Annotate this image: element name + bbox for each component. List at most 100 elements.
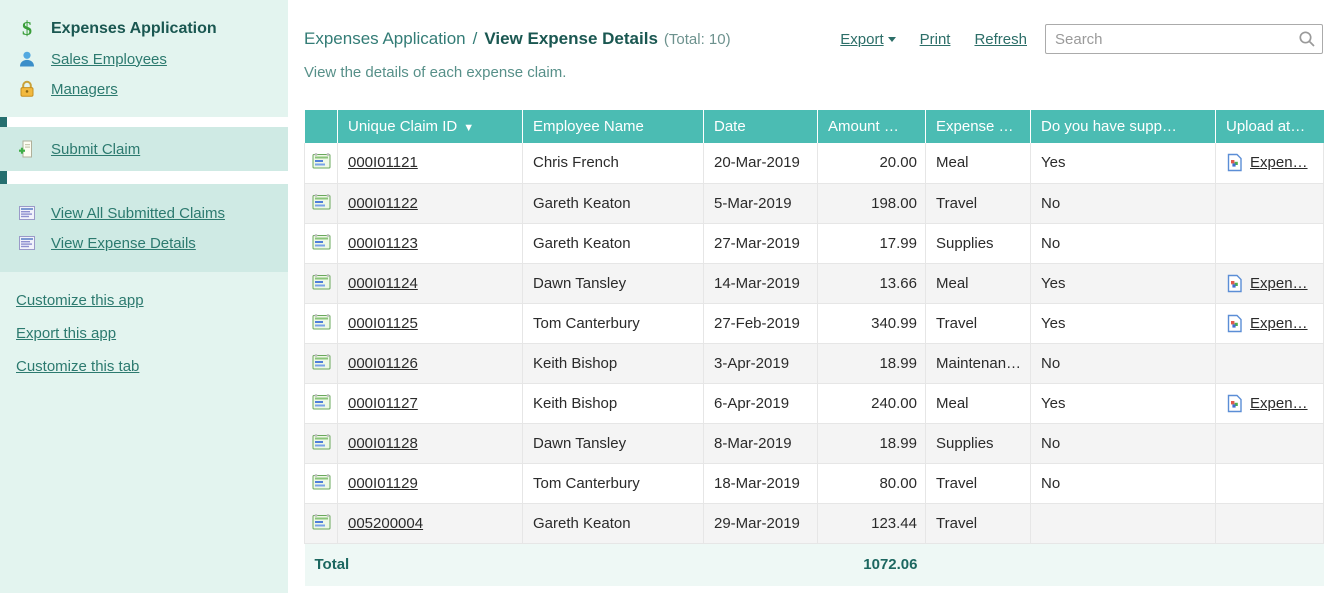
record-icon-cell[interactable] [305,383,338,423]
date-cell: 29-Mar-2019 [704,503,818,543]
claim-id-cell: 005200004 [338,503,523,543]
date-cell: 8-Mar-2019 [704,423,818,463]
sidebar-item-managers[interactable]: Managers [0,74,288,104]
attachment-link[interactable]: Expen… [1250,275,1308,292]
amount-cell: 20.00 [818,143,926,183]
amount-cell: 17.99 [818,223,926,263]
claim-id-link[interactable]: 000I01128 [348,435,418,452]
claim-id-link[interactable]: 000I01125 [348,315,418,332]
sidebar-item-view-all-submitted-claims[interactable]: View All Submitted Claims [0,198,288,228]
page-subtitle: View the details of each expense claim. [304,64,566,81]
record-form-icon [311,392,332,411]
column-header[interactable] [305,110,338,143]
column-header-label: Upload at… [1226,118,1305,135]
sidebar-item-submit-claim[interactable]: Submit Claim [0,134,140,164]
claim-id-link[interactable]: 000I01123 [348,235,418,252]
print-button[interactable]: Print [920,31,951,48]
claim-id-cell: 000I01129 [338,463,523,503]
amount-cell: 13.66 [818,263,926,303]
expense-type-cell: Maintenan… [926,343,1031,383]
attachment-file-icon [1226,314,1243,333]
attachment-file-icon [1226,153,1243,172]
record-icon-cell[interactable] [305,183,338,223]
employee-name-cell: Keith Bishop [523,383,704,423]
date-cell: 20-Mar-2019 [704,143,818,183]
refresh-button[interactable]: Refresh [974,31,1027,48]
search-icon[interactable] [1298,30,1316,48]
record-icon-cell[interactable] [305,223,338,263]
claim-id-link[interactable]: 000I01126 [348,355,418,372]
column-header[interactable]: Do you have supp… [1031,110,1216,143]
record-form-icon [311,312,332,331]
expense-type-cell: Meal [926,263,1031,303]
sidebar-item-view-expense-details[interactable]: View Expense Details [0,228,288,258]
employee-name-cell: Dawn Tansley [523,423,704,463]
app-title: Expenses Application [51,20,217,38]
record-icon-cell[interactable] [305,423,338,463]
has-receipt-cell: Yes [1031,303,1216,343]
amount-cell: 18.99 [818,423,926,463]
claim-id-cell: 000I01128 [338,423,523,463]
column-header[interactable]: Upload at… [1216,110,1324,143]
sidebar-app-section: $ Expenses Application Sales Employees M… [0,0,288,117]
new-form-icon [17,139,37,159]
amount-cell: 80.00 [818,463,926,503]
date-cell: 27-Feb-2019 [704,303,818,343]
date-cell: 18-Mar-2019 [704,463,818,503]
lock-icon [17,79,37,99]
export-app-link[interactable]: Export this app [16,325,288,344]
claim-id-link[interactable]: 000I01124 [348,275,418,292]
date-cell: 6-Apr-2019 [704,383,818,423]
claim-id-link[interactable]: 000I01127 [348,395,418,412]
breadcrumb: Expenses Application/View Expense Detail… [304,29,731,49]
column-header[interactable]: Employee Name [523,110,704,143]
column-header[interactable]: Unique Claim ID▼ [338,110,523,143]
record-icon-cell[interactable] [305,503,338,543]
has-receipt-cell: No [1031,463,1216,503]
record-form-icon [311,352,332,371]
attachment-link[interactable]: Expen… [1250,315,1308,332]
record-form-icon [311,151,332,170]
record-icon-cell[interactable] [305,263,338,303]
amount-cell: 18.99 [818,343,926,383]
customize-tab-link[interactable]: Customize this tab [16,358,288,377]
attachment-cell [1216,463,1324,503]
claim-id-link[interactable]: 000I01122 [348,195,418,212]
has-receipt-cell: No [1031,423,1216,463]
record-icon-cell[interactable] [305,303,338,343]
table-header: Unique Claim ID▼Employee NameDateAmount … [305,110,1324,143]
attachment-link[interactable]: Expen… [1250,154,1308,171]
expense-type-cell: Travel [926,183,1031,223]
claim-id-link[interactable]: 000I01129 [348,475,418,492]
total-label: Total [305,543,818,586]
column-header-label: Unique Claim ID [348,118,457,135]
record-icon-cell[interactable] [305,463,338,503]
table-row: 000I01127Keith Bishop6-Apr-2019240.00Mea… [305,383,1324,423]
attachment-link[interactable]: Expen… [1250,395,1308,412]
breadcrumb-app-link[interactable]: Expenses Application [304,29,466,48]
table-row: 000I01121Chris French20-Mar-201920.00Mea… [305,143,1324,183]
claim-id-cell: 000I01125 [338,303,523,343]
date-cell: 5-Mar-2019 [704,183,818,223]
sidebar-item-label: View All Submitted Claims [51,205,225,222]
claim-id-cell: 000I01123 [338,223,523,263]
claim-id-link[interactable]: 000I01121 [348,154,418,171]
sidebar-forms-section: Submit Claim [0,127,288,171]
sidebar-item-sales-employees[interactable]: Sales Employees [0,44,288,74]
column-header[interactable]: Amount … [818,110,926,143]
export-button[interactable]: Export [840,31,895,48]
chevron-down-icon [888,37,896,42]
attachment-cell: Expen… [1216,143,1324,183]
dollar-icon: $ [17,19,37,39]
total-row: Total 1072.06 [305,543,1324,586]
record-icon-cell[interactable] [305,143,338,183]
column-header[interactable]: Date [704,110,818,143]
claim-id-link[interactable]: 005200004 [348,515,423,532]
search-input[interactable] [1045,24,1323,54]
claim-id-cell: 000I01126 [338,343,523,383]
customize-app-link[interactable]: Customize this app [16,292,288,311]
claim-id-cell: 000I01121 [338,143,523,183]
record-icon-cell[interactable] [305,343,338,383]
column-header[interactable]: Expense … [926,110,1031,143]
employee-name-cell: Tom Canterbury [523,303,704,343]
